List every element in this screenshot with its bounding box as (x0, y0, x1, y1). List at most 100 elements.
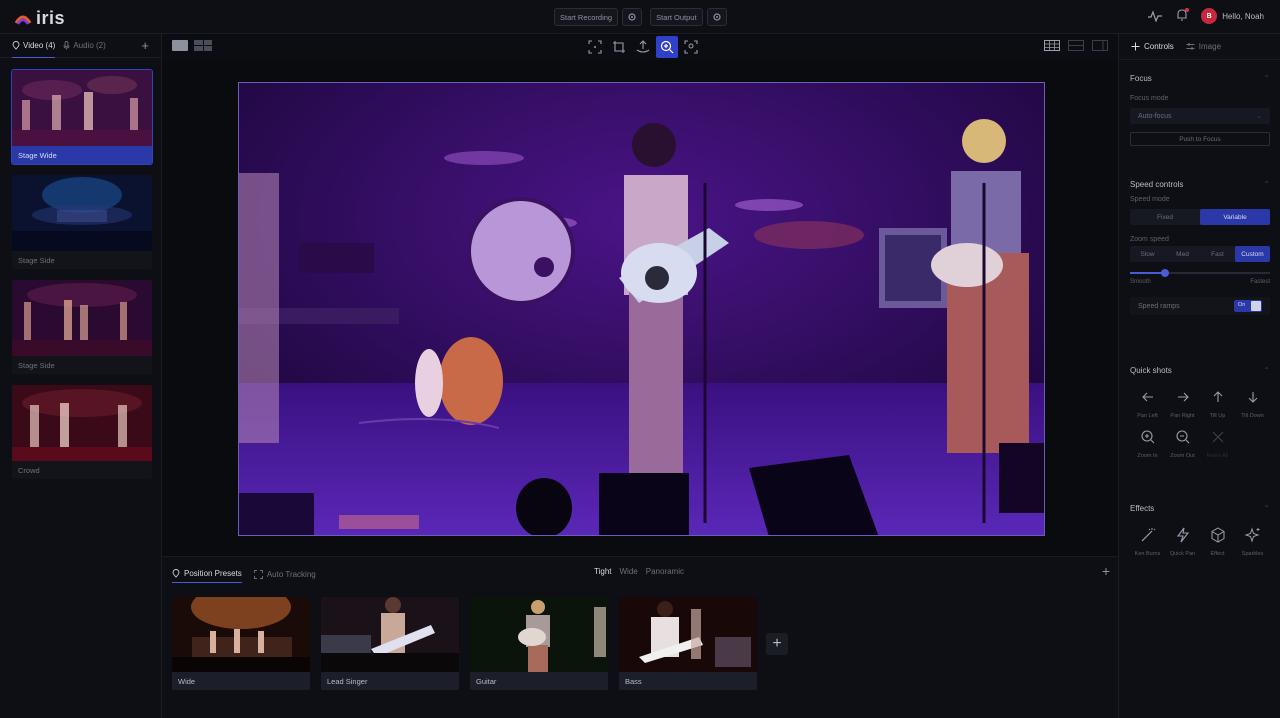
quick-shot-pan-right[interactable]: Pan Right (1165, 387, 1200, 419)
frame-corners-icon (588, 40, 602, 54)
speed-mode-variable[interactable]: Variable (1200, 209, 1270, 225)
preset-card[interactable]: Bass (619, 597, 757, 690)
slider-max-label: Fastest (1250, 279, 1270, 285)
arrow-right-icon (1177, 392, 1189, 402)
effect-label: Sparkles (1241, 551, 1264, 557)
effect-effect[interactable]: Effect (1200, 525, 1235, 557)
preset-thumbnail (172, 597, 310, 672)
tab-auto-tracking-label: Auto Tracking (266, 569, 316, 579)
quick-shot-zoom-in[interactable]: Zoom In (1130, 427, 1165, 459)
pan-tilt-icon (636, 40, 650, 53)
start-output-button[interactable]: Start Output (650, 8, 703, 26)
zoom-speed-fast[interactable]: Fast (1200, 246, 1235, 262)
app-logo[interactable]: iris (14, 8, 65, 29)
quick-shot-tilt-down[interactable]: Tilt Down (1235, 387, 1270, 419)
speed-title: Speed controls (1130, 180, 1184, 189)
live-video-preview[interactable] (238, 82, 1045, 536)
effect-label: Quick Pan (1169, 551, 1196, 557)
concert-stage-image (239, 83, 1044, 535)
quick-shot-pan-left[interactable]: Pan Left (1130, 387, 1165, 419)
size-panoramic[interactable]: Panoramic (646, 567, 684, 576)
frame-tool-button[interactable] (584, 36, 606, 58)
speed-mode-label: Speed mode (1130, 196, 1170, 203)
effects-grid: Ken Burns Quick Pan Effect Sparkles (1130, 525, 1270, 557)
effect-quick-pan[interactable]: Quick Pan (1165, 525, 1200, 557)
quick-shot-reset-all[interactable]: Reset All (1200, 427, 1235, 459)
sidebar-layout-icon[interactable] (1092, 40, 1108, 51)
source-item[interactable]: Stage Side (12, 280, 152, 374)
quick-shot-tilt-up[interactable]: Tilt Up (1200, 387, 1235, 419)
focus-section: Focus ⌃ Focus mode Auto-focus ⌄ Push to … (1130, 74, 1270, 146)
add-preset-button[interactable]: + (766, 633, 788, 655)
camera-tools (584, 36, 702, 58)
user-menu[interactable]: B Hello, Noah (1201, 8, 1264, 24)
notifications-button[interactable] (1175, 8, 1190, 24)
tab-controls[interactable]: Controls (1131, 42, 1174, 51)
table-layout-icon[interactable] (1044, 40, 1060, 51)
preset-card[interactable]: Wide (172, 597, 310, 690)
tab-auto-tracking[interactable]: Auto Tracking (253, 565, 316, 583)
speed-header[interactable]: Speed controls ⌃ (1130, 180, 1270, 189)
zoom-speed-slider[interactable] (1130, 269, 1270, 277)
crop-tool-button[interactable] (608, 36, 630, 58)
pan-tool-button[interactable] (632, 36, 654, 58)
recording-settings-button[interactable] (622, 8, 643, 26)
focus-title: Focus (1130, 74, 1152, 83)
activity-icon[interactable] (1147, 10, 1163, 22)
add-source-button[interactable]: + (141, 38, 149, 53)
controls-tabs: Controls Image (1119, 34, 1280, 60)
slider-fill (1130, 272, 1165, 274)
move-icon (1131, 42, 1140, 51)
track-tool-button[interactable] (680, 36, 702, 58)
speed-ramps-toggle[interactable]: On (1234, 300, 1262, 312)
quick-shots-header[interactable]: Quick shots ⌃ (1130, 366, 1270, 375)
sliders-icon (1186, 43, 1195, 50)
source-item[interactable]: Stage Side (12, 175, 152, 269)
zoom-speed-slow[interactable]: Slow (1130, 246, 1165, 262)
tab-image[interactable]: Image (1186, 42, 1221, 51)
preset-card[interactable]: Lead Singer (321, 597, 459, 690)
tab-video[interactable]: Video (4) (12, 34, 56, 58)
presets-tabs: Position Presets Auto Tracking (172, 565, 316, 583)
location-pin-icon (172, 569, 180, 578)
zoom-speed-label: Zoom speed (1130, 236, 1169, 243)
recording-controls: Start Recording Start Output (554, 8, 731, 26)
source-label: Stage Side (12, 356, 152, 374)
size-wide[interactable]: Wide (620, 567, 638, 576)
chevron-down-icon: ⌄ (1256, 113, 1262, 120)
speed-mode-toggle: Fixed Variable (1130, 209, 1270, 225)
source-item[interactable]: Crowd (12, 385, 152, 479)
preset-label: Wide (172, 672, 310, 690)
zoom-speed-med[interactable]: Med (1165, 246, 1200, 262)
grid-view-button[interactable] (194, 40, 212, 51)
focus-header[interactable]: Focus ⌃ (1130, 74, 1270, 83)
size-tight[interactable]: Tight (594, 567, 612, 576)
push-to-focus-button[interactable]: Push to Focus (1130, 132, 1270, 146)
speed-mode-fixed[interactable]: Fixed (1130, 209, 1200, 225)
quick-shot-zoom-out[interactable]: Zoom Out (1165, 427, 1200, 459)
output-settings-button[interactable] (706, 8, 727, 26)
effect-ken-burns[interactable]: Ken Burns (1130, 525, 1165, 557)
tab-position-presets[interactable]: Position Presets (172, 565, 242, 583)
effect-sparkles[interactable]: Sparkles (1235, 525, 1270, 557)
top-bar: iris Start Recording Start Output B Hell… (0, 0, 1280, 34)
rows-layout-icon[interactable] (1068, 40, 1084, 51)
focus-mode-select[interactable]: Auto-focus ⌄ (1130, 108, 1270, 124)
zoom-speed-custom[interactable]: Custom (1235, 246, 1270, 262)
layout-switcher (172, 40, 212, 51)
slider-handle[interactable] (1161, 269, 1169, 277)
single-view-button[interactable] (172, 40, 188, 51)
preset-label: Bass (619, 672, 757, 690)
quick-shots-section: Quick shots ⌃ Pan Left Pan Right Tilt Up… (1130, 366, 1270, 459)
tab-audio[interactable]: Audio (2) (63, 34, 106, 58)
effects-header[interactable]: Effects ⌃ (1130, 504, 1270, 513)
quick-shots-grid: Pan Left Pan Right Tilt Up Tilt Down Zoo… (1130, 387, 1270, 459)
add-preset-icon[interactable]: + (1102, 563, 1110, 579)
source-thumbnail (12, 70, 152, 146)
source-item[interactable]: Stage Wide (11, 69, 153, 165)
zoom-tool-button[interactable] (656, 36, 678, 58)
start-recording-button[interactable]: Start Recording (554, 8, 619, 26)
arrow-up-icon (1213, 391, 1222, 402)
speed-section: Speed controls ⌃ Speed mode Fixed Variab… (1130, 180, 1270, 315)
preset-card[interactable]: Guitar (470, 597, 608, 690)
